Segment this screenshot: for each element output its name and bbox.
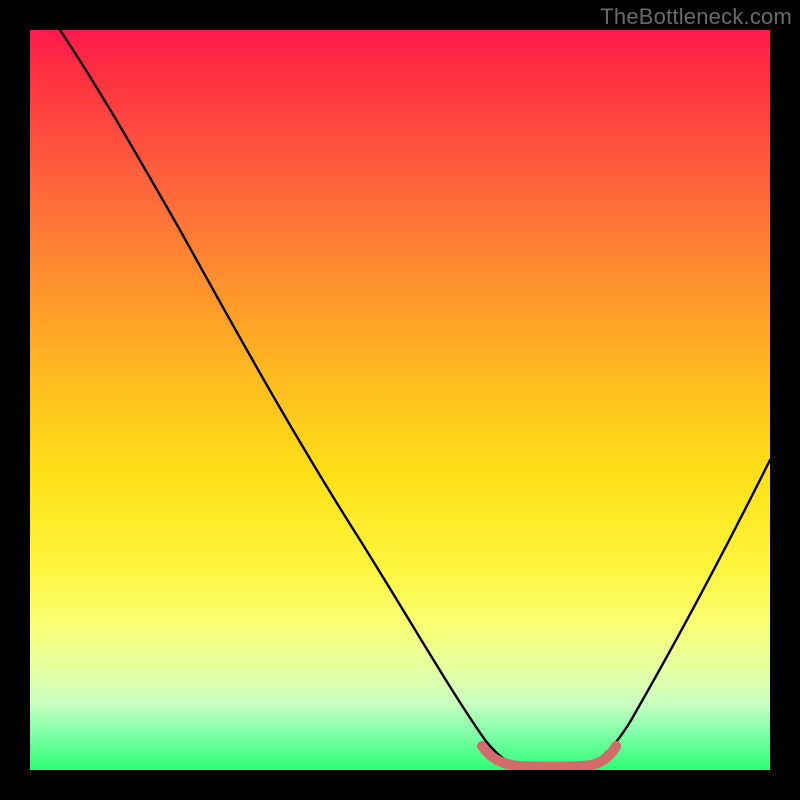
plot-area <box>30 30 770 770</box>
bottleneck-curve <box>60 30 770 766</box>
chart-frame: TheBottleneck.com <box>0 0 800 800</box>
curve-svg <box>30 30 770 770</box>
watermark-text: TheBottleneck.com <box>600 4 792 30</box>
